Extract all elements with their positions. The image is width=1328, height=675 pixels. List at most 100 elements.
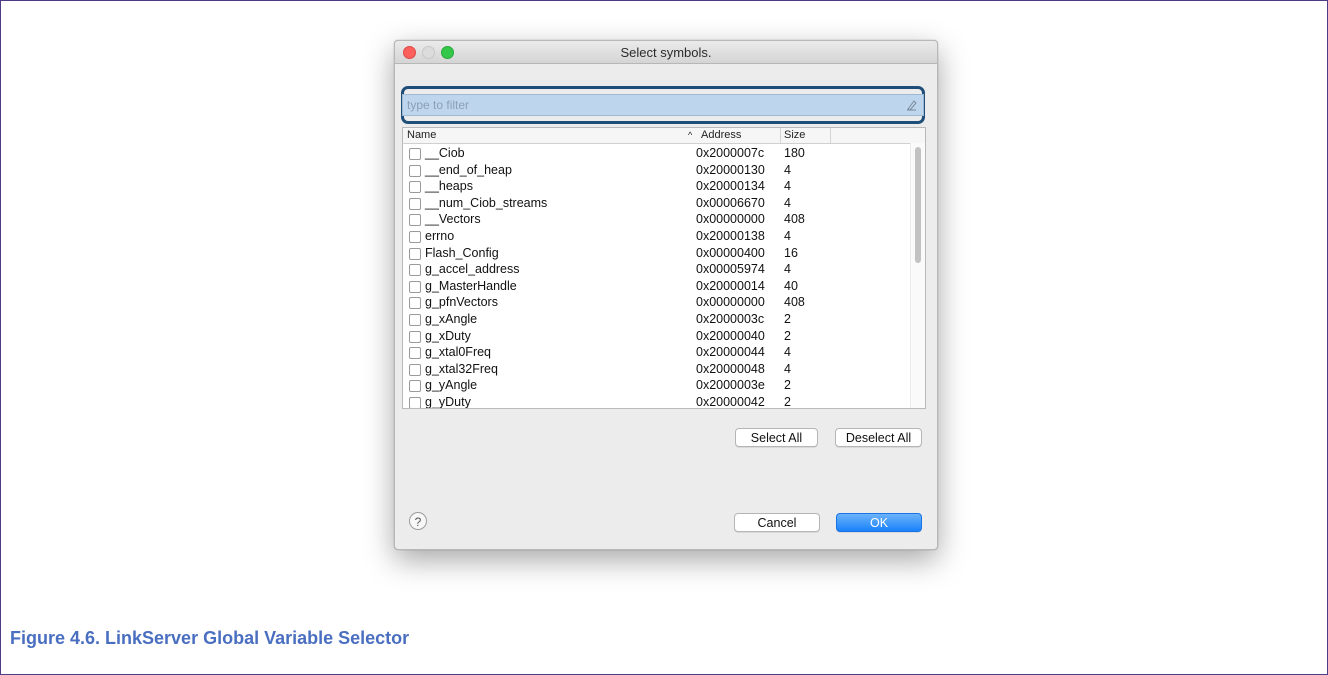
symbol-size: 16: [784, 245, 798, 260]
row-checkbox[interactable]: [409, 197, 421, 210]
vertical-scrollbar[interactable]: [910, 143, 925, 408]
row-checkbox[interactable]: [409, 313, 421, 326]
symbol-size: 408: [784, 295, 805, 310]
table-header: Name ^ Address Size: [403, 128, 925, 144]
table-row[interactable]: __Vectors 0x00000000 408: [403, 211, 913, 228]
ok-button[interactable]: OK: [836, 513, 922, 532]
cancel-button[interactable]: Cancel: [734, 513, 820, 532]
symbol-name: g_yDuty: [425, 394, 471, 409]
table-row[interactable]: g_xtal32Freq 0x20000048 4: [403, 361, 913, 378]
clear-filter-icon[interactable]: [905, 98, 917, 111]
symbol-size: 4: [784, 195, 791, 210]
row-checkbox[interactable]: [409, 181, 421, 194]
scrollbar-thumb[interactable]: [915, 147, 921, 263]
table-row[interactable]: Flash_Config 0x00000400 16: [403, 245, 913, 262]
symbol-address: 0x20000048: [696, 361, 765, 376]
symbol-address: 0x20000138: [696, 228, 765, 243]
symbol-size: 4: [784, 262, 791, 277]
table-row[interactable]: __num_Ciob_streams 0x00006670 4: [403, 195, 913, 212]
table-row[interactable]: errno 0x20000138 4: [403, 228, 913, 245]
symbol-size: 4: [784, 228, 791, 243]
symbol-address: 0x20000014: [696, 278, 765, 293]
filter-field[interactable]: [402, 94, 924, 116]
symbol-address: 0x00000400: [696, 245, 765, 260]
filter-input[interactable]: [403, 95, 901, 115]
table-row[interactable]: g_yAngle 0x2000003e 2: [403, 377, 913, 394]
column-header-name[interactable]: Name: [407, 129, 436, 141]
row-checkbox[interactable]: [409, 347, 421, 360]
symbol-name: g_xDuty: [425, 328, 471, 343]
symbol-name: errno: [425, 228, 455, 243]
symbol-address: 0x2000003c: [696, 311, 765, 326]
table-row[interactable]: g_MasterHandle 0x20000014 40: [403, 278, 913, 295]
table-row[interactable]: __end_of_heap 0x20000130 4: [403, 162, 913, 179]
symbol-size: 4: [784, 361, 791, 376]
symbol-address: 0x00006670: [696, 195, 765, 210]
symbol-name: g_xAngle: [425, 311, 478, 326]
table-row[interactable]: __Ciob 0x2000007c 180: [403, 145, 913, 162]
title-bar: Select symbols.: [395, 41, 937, 64]
symbol-size: 2: [784, 311, 791, 326]
select-symbols-dialog: Select symbols. Name ^ Address Size __Ci…: [394, 40, 938, 550]
row-checkbox[interactable]: [409, 164, 421, 177]
table-row[interactable]: __heaps 0x20000134 4: [403, 178, 913, 195]
row-checkbox[interactable]: [409, 330, 421, 343]
symbol-size: 2: [784, 378, 791, 393]
column-header-address[interactable]: Address: [701, 129, 741, 141]
row-checkbox[interactable]: [409, 247, 421, 260]
table-row[interactable]: g_accel_address 0x00005974 4: [403, 261, 913, 278]
symbol-address: 0x00005974: [696, 262, 765, 277]
row-checkbox[interactable]: [409, 264, 421, 277]
symbol-size: 408: [784, 212, 805, 227]
table-row[interactable]: g_pfnVectors 0x00000000 408: [403, 294, 913, 311]
symbol-size: 4: [784, 345, 791, 360]
row-checkbox[interactable]: [409, 363, 421, 376]
deselect-all-button[interactable]: Deselect All: [835, 428, 922, 447]
symbol-size: 40: [784, 278, 798, 293]
column-separator: [830, 128, 831, 143]
table-body: __Ciob 0x2000007c 180 __end_of_heap 0x200001…: [403, 145, 913, 409]
row-checkbox[interactable]: [409, 396, 421, 408]
symbol-address: 0x20000044: [696, 345, 765, 360]
symbol-name: g_xtal0Freq: [425, 345, 492, 360]
symbol-size: 2: [784, 394, 791, 409]
table-row[interactable]: g_yDuty 0x20000042 2: [403, 394, 913, 409]
symbol-address: 0x00000000: [696, 295, 765, 310]
symbol-name: g_pfnVectors: [425, 295, 498, 310]
symbol-address: 0x20000042: [696, 394, 765, 409]
column-separator: [780, 128, 781, 143]
table-row[interactable]: g_xDuty 0x20000040 2: [403, 328, 913, 345]
table-row[interactable]: g_xAngle 0x2000003c 2: [403, 311, 913, 328]
row-checkbox[interactable]: [409, 214, 421, 227]
symbol-name: __end_of_heap: [425, 162, 512, 177]
symbol-size: 180: [784, 146, 805, 160]
row-checkbox[interactable]: [409, 297, 421, 310]
symbol-name: Flash_Config: [425, 245, 499, 260]
symbol-name: __Ciob: [425, 146, 465, 160]
figure-caption: Figure 4.6. LinkServer Global Variable S…: [10, 628, 410, 648]
symbol-size: 4: [784, 162, 791, 177]
symbol-size: 4: [784, 179, 791, 194]
symbol-name: g_xtal32Freq: [425, 361, 498, 376]
symbol-size: 2: [784, 328, 791, 343]
symbol-address: 0x2000007c: [696, 146, 765, 160]
column-header-size[interactable]: Size: [784, 129, 805, 141]
symbol-address: 0x20000040: [696, 328, 765, 343]
row-checkbox[interactable]: [409, 148, 421, 160]
symbol-name: g_MasterHandle: [425, 278, 517, 293]
table-row[interactable]: g_xtal0Freq 0x20000044 4: [403, 344, 913, 361]
row-checkbox[interactable]: [409, 230, 421, 243]
dialog-title: Select symbols.: [620, 45, 712, 60]
symbol-address: 0x00000000: [696, 212, 765, 227]
symbol-name: __Vectors: [425, 212, 481, 227]
symbol-address: 0x20000130: [696, 162, 765, 177]
symbol-name: __heaps: [425, 179, 473, 194]
help-icon[interactable]: ?: [409, 512, 427, 530]
row-checkbox[interactable]: [409, 380, 421, 393]
symbol-name: g_accel_address: [425, 262, 520, 277]
symbol-address: 0x2000003e: [696, 378, 765, 393]
select-all-button[interactable]: Select All: [735, 428, 818, 447]
row-checkbox[interactable]: [409, 280, 421, 293]
symbol-name: g_yAngle: [425, 378, 478, 393]
symbols-table: Name ^ Address Size __Ciob 0x2000007c 180 _…: [402, 127, 926, 409]
